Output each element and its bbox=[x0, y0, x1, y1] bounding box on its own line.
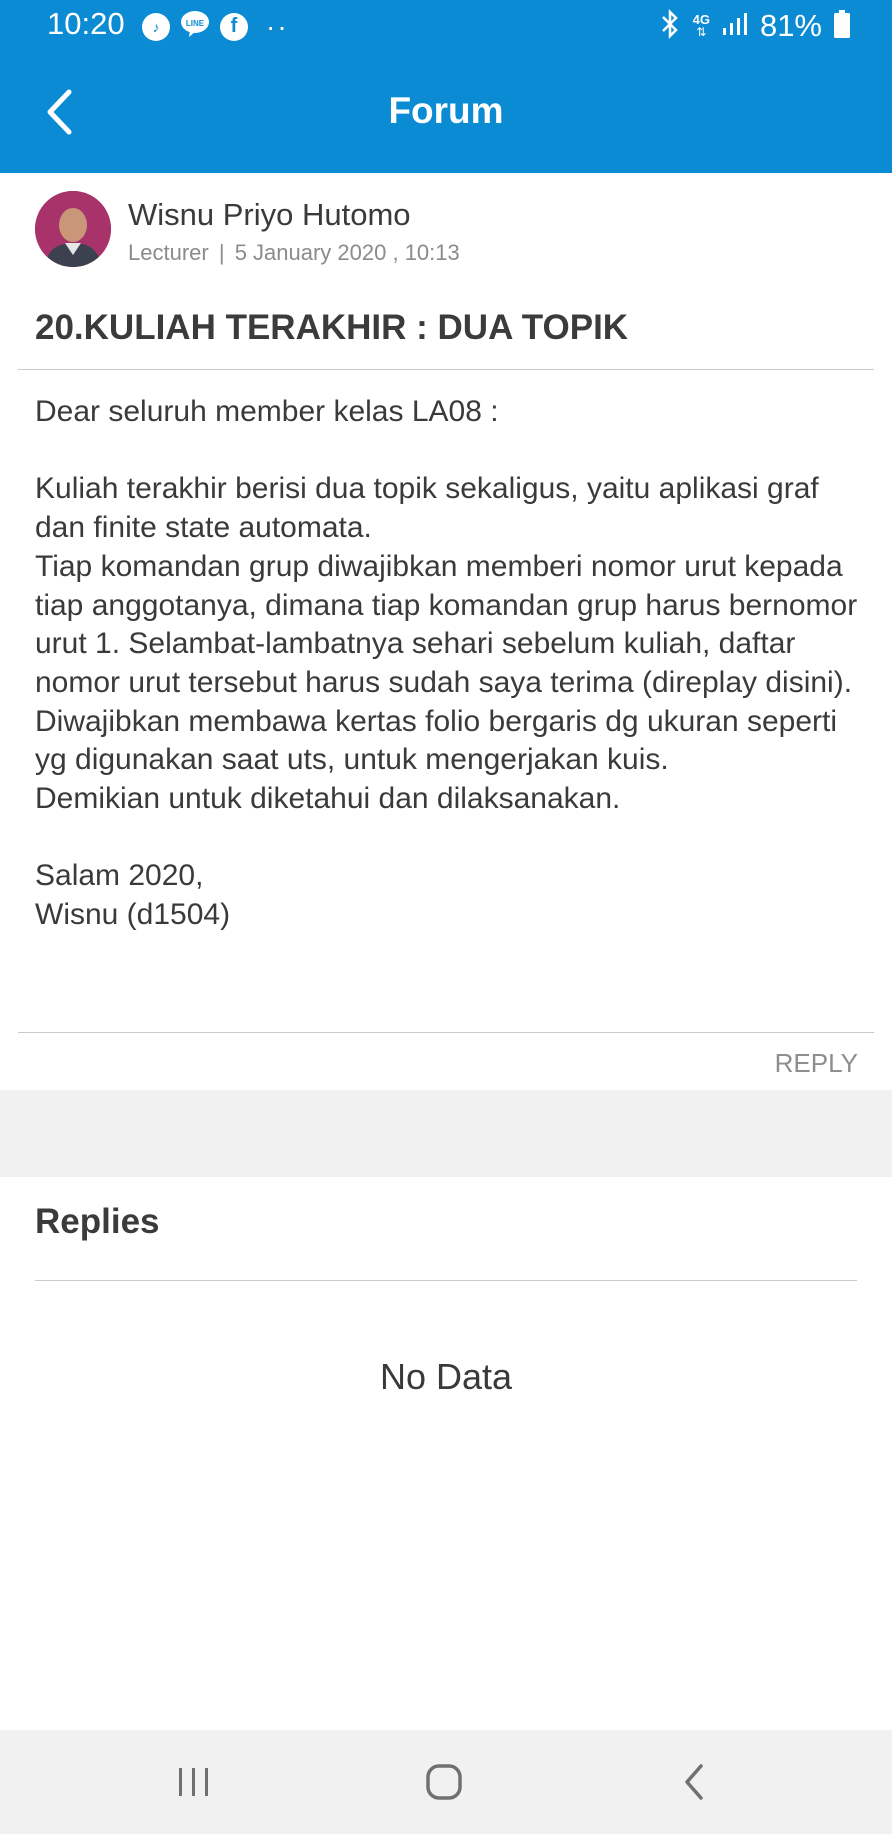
section-separator bbox=[0, 1090, 892, 1177]
bluetooth-icon bbox=[659, 8, 681, 44]
body-blank-line bbox=[35, 432, 865, 471]
back-icon bbox=[685, 1764, 703, 1800]
status-right-icons: 4G ⇅ 81% bbox=[659, 8, 850, 44]
signal-icon bbox=[722, 12, 748, 41]
body-paragraph: Dear seluruh member kelas LA08 : bbox=[35, 395, 499, 428]
body-paragraph: Tiap komandan grup diwajibkan memberi no… bbox=[35, 549, 858, 699]
title-divider bbox=[18, 369, 874, 370]
battery-icon bbox=[834, 9, 850, 43]
more-dots-icon: ·· bbox=[266, 10, 289, 42]
post-title: 20.KULIAH TERAKHIR : DUA TOPIK bbox=[35, 308, 629, 347]
author-name: Wisnu Priyo Hutomo bbox=[128, 197, 411, 232]
status-time: 10:20 bbox=[47, 6, 125, 41]
body-paragraph: Wisnu (d1504) bbox=[35, 898, 231, 932]
battery-percentage: 81% bbox=[759, 8, 822, 43]
post-body: Dear seluruh member kelas LA08 : Kuliah … bbox=[35, 393, 865, 935]
status-bar: 10:20 ♪ LINE f ·· 4G ⇅ 81% bbox=[0, 0, 892, 56]
author-meta: Lecturer | 5 January 2020 , 10:13 bbox=[128, 240, 460, 266]
home-icon bbox=[426, 1764, 462, 1800]
body-paragraph: Kuliah terakhir berisi dua topik sekalig… bbox=[35, 472, 819, 545]
reply-button[interactable]: REPLY bbox=[775, 1048, 858, 1079]
body-paragraph: Demikian untuk diketahui dan dilaksanaka… bbox=[35, 782, 621, 816]
home-button[interactable] bbox=[414, 1754, 474, 1810]
replies-heading: Replies bbox=[35, 1202, 160, 1241]
music-icon: ♪ bbox=[142, 12, 170, 41]
body-paragraph: Diwajibkan membawa kertas folio bergaris… bbox=[35, 704, 838, 777]
replies-divider bbox=[35, 1280, 857, 1281]
avatar[interactable] bbox=[35, 191, 111, 267]
recent-apps-button[interactable] bbox=[164, 1754, 224, 1810]
recent-apps-icon bbox=[179, 1768, 208, 1796]
body-divider bbox=[18, 1032, 874, 1033]
navigation-bar bbox=[0, 1730, 892, 1834]
page-title: Forum bbox=[388, 90, 504, 131]
app-header: 10:20 ♪ LINE f ·· 4G ⇅ 81% Forum bbox=[0, 0, 892, 173]
facebook-icon: f bbox=[220, 12, 248, 41]
no-data-text: No Data bbox=[379, 1356, 513, 1397]
meta-separator: | bbox=[218, 240, 225, 265]
line-icon: LINE bbox=[180, 10, 210, 43]
author-role: Lecturer bbox=[128, 240, 209, 265]
svg-text:LINE: LINE bbox=[186, 19, 205, 28]
body-paragraph: Salam 2020, bbox=[35, 859, 204, 893]
notification-icons: ♪ LINE f ·· bbox=[142, 10, 289, 43]
network-4g-icon: 4G ⇅ bbox=[692, 12, 710, 39]
post-date: 5 January 2020 , 10:13 bbox=[234, 240, 460, 265]
body-blank-line bbox=[35, 819, 865, 858]
system-back-button[interactable] bbox=[664, 1754, 724, 1810]
